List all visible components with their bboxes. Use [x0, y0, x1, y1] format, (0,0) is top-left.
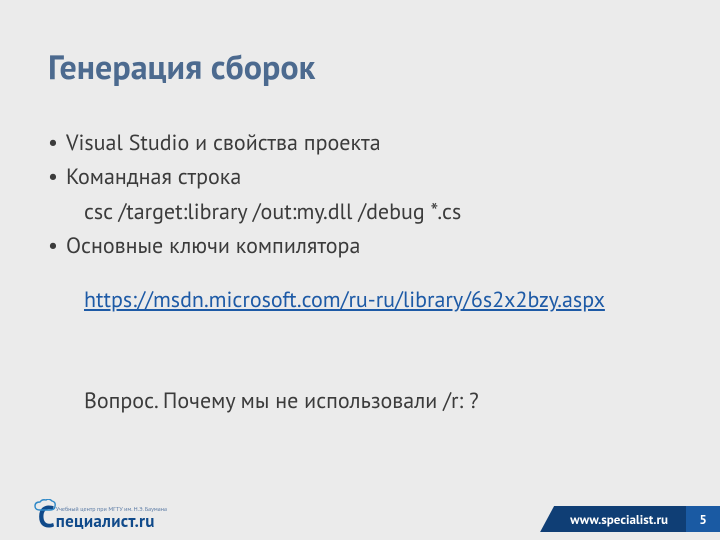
slide-title: Генерация сборок [48, 48, 672, 87]
cloud-icon [34, 499, 56, 513]
slide-footer: С Учебный центр при МГТУ им. Н.Э. Бауман… [0, 492, 720, 540]
site-url-chip: www.specialist.ru [540, 506, 686, 532]
brand-logo: С Учебный центр при МГТУ им. Н.Э. Бауман… [38, 502, 167, 532]
footer-right: www.specialist.ru 5 [540, 506, 720, 532]
hyperlink[interactable]: https://msdn.microsoft.com/ru-ru/library… [48, 285, 672, 315]
bullet-item: Основные ключи компилятора [48, 231, 672, 261]
question-text: Вопрос. Почему мы не использовали /r: ? [48, 386, 672, 416]
bullet-item: Visual Studio и свойства проекта [48, 128, 672, 158]
slide-body: Visual Studio и свойства проекта Командн… [48, 128, 672, 416]
page-number: 5 [686, 506, 720, 532]
logo-letter: С [38, 502, 55, 532]
slide: Генерация сборок Visual Studio и свойств… [0, 0, 720, 540]
code-line: csc /target:library /out:my.dll /debug *… [48, 197, 672, 227]
bullet-item: Командная строка [48, 162, 672, 192]
logo-wordmark: пециалист.ru [56, 513, 167, 530]
